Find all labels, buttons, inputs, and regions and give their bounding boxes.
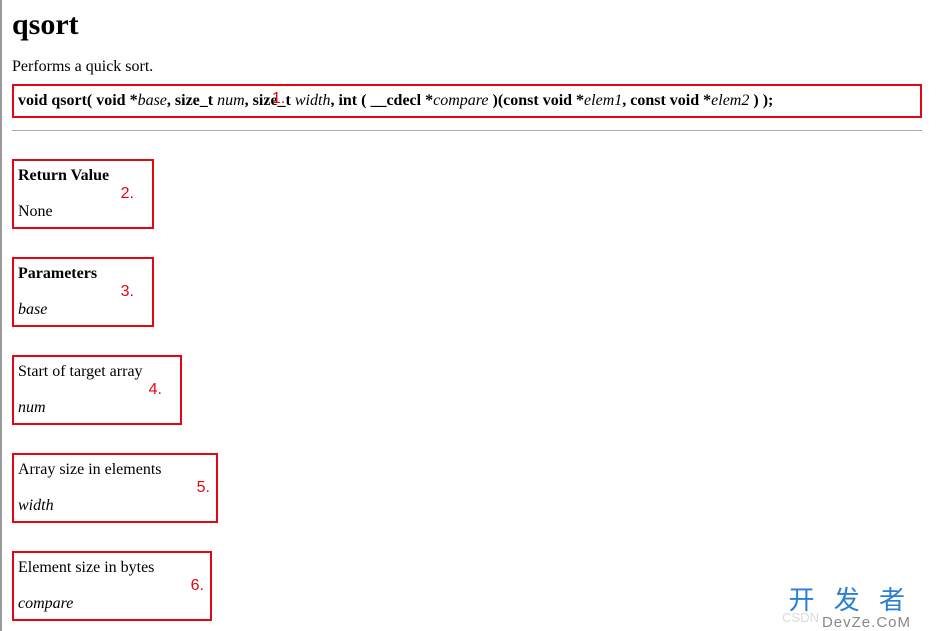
return-value-box: Return Value None 2. — [12, 159, 154, 229]
num-desc-heading: Array size in elements — [18, 461, 212, 479]
parameters-box: Parameters base 3. — [12, 257, 154, 327]
num-desc-box: Array size in elements width 5. — [12, 453, 218, 523]
width-desc-box: Element size in bytes compare 6. — [12, 551, 212, 621]
return-value-body: None — [18, 203, 148, 221]
param-compare: compare — [18, 595, 206, 613]
parameters-heading: Parameters — [18, 265, 148, 283]
annotation-1: 1. — [272, 90, 285, 108]
annotation-3: 3. — [121, 283, 134, 301]
page-title: qsort — [12, 8, 929, 42]
base-desc-heading: Start of target array — [18, 363, 176, 381]
function-signature: void qsort( void *base, size_t num, size… — [18, 92, 773, 109]
function-signature-box: void qsort( void *base, size_t num, size… — [12, 84, 922, 118]
watermark-en: DevZe.CoM — [822, 614, 911, 631]
annotation-4: 4. — [149, 381, 162, 399]
watermark-cn: 开 发 者 — [789, 580, 911, 617]
annotation-2: 2. — [121, 185, 134, 203]
param-width: width — [18, 497, 212, 515]
base-desc-box: Start of target array num 4. — [12, 355, 182, 425]
param-base: base — [18, 301, 148, 319]
short-description: Performs a quick sort. — [12, 58, 929, 76]
param-num: num — [18, 399, 176, 417]
width-desc-heading: Element size in bytes — [18, 559, 206, 577]
signature-divider — [12, 130, 922, 131]
annotation-5: 5. — [197, 479, 210, 497]
annotation-6: 6. — [191, 577, 204, 595]
return-value-heading: Return Value — [18, 167, 148, 185]
